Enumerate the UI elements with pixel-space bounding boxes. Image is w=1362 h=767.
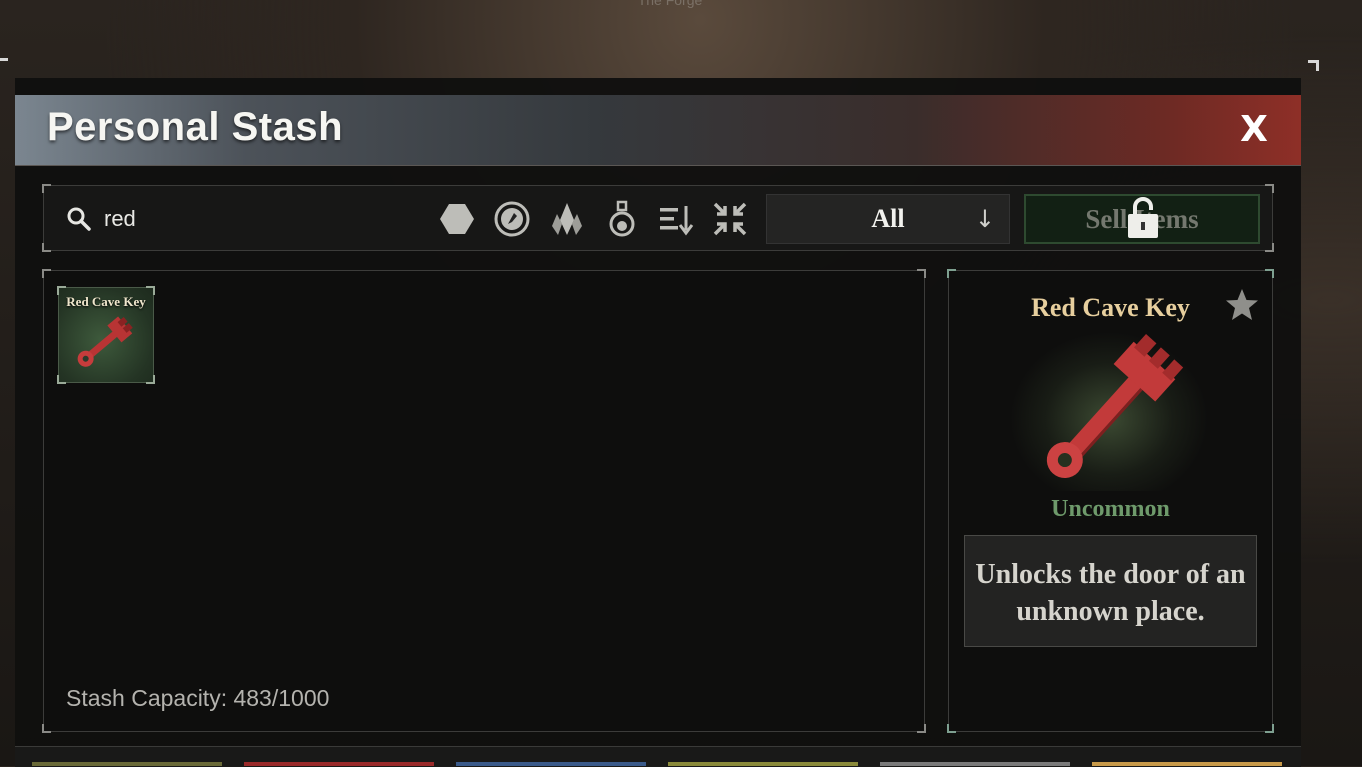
inventory-slot[interactable]: Red Cave Key [57, 286, 155, 384]
bottom-tab[interactable] [244, 762, 434, 766]
red-key-icon [77, 316, 133, 367]
category-value: All [871, 204, 905, 233]
arrow-down-icon: ↓ [974, 205, 995, 233]
sort-icon[interactable] [657, 200, 695, 238]
search-input[interactable] [102, 202, 406, 236]
bottom-tab[interactable] [668, 762, 858, 766]
hexagon-icon[interactable] [438, 200, 476, 238]
collapse-icon[interactable] [711, 200, 749, 238]
item-rarity: Uncommon [1051, 496, 1170, 522]
favorite-star-icon[interactable] [1224, 287, 1260, 323]
item-description-box: Unlocks the door of an unknown place. [964, 535, 1257, 647]
bottom-tab[interactable] [456, 762, 646, 766]
background-location-label: The Forge [637, 0, 703, 8]
stash-capacity: Stash Capacity: 483/1000 [66, 685, 330, 711]
viewport-corner-marker [0, 58, 8, 69]
potion-icon[interactable] [603, 200, 641, 238]
bottom-tab[interactable] [880, 762, 1070, 766]
stash-window: Personal Stash X All ↓ [15, 78, 1301, 766]
bottom-tab[interactable] [32, 762, 222, 766]
lock-icon [1128, 197, 1158, 238]
close-button[interactable]: X [1229, 105, 1279, 155]
viewport-corner-marker [1308, 60, 1319, 71]
crystals-icon[interactable] [548, 200, 586, 238]
coin-icon[interactable] [493, 200, 531, 238]
toolbar: All ↓ Sell Items [42, 184, 1274, 252]
window-title: Personal Stash [47, 105, 344, 149]
title-bar: Personal Stash X [15, 95, 1301, 166]
bottom-tab[interactable] [1092, 762, 1282, 766]
item-image [1009, 331, 1209, 491]
search-icon [67, 207, 91, 231]
sell-items-button[interactable]: Sell Items [1024, 194, 1260, 244]
item-description: Unlocks the door of an unknown place. [975, 559, 1246, 627]
stash-grid: Red Cave Key Stash Capacity: 483/1000 [42, 269, 926, 733]
red-key-icon [1046, 334, 1184, 479]
item-detail-panel: Red Cave Key Uncommon Unlocks the door o… [947, 269, 1274, 733]
category-dropdown[interactable]: All ↓ [766, 194, 1010, 244]
